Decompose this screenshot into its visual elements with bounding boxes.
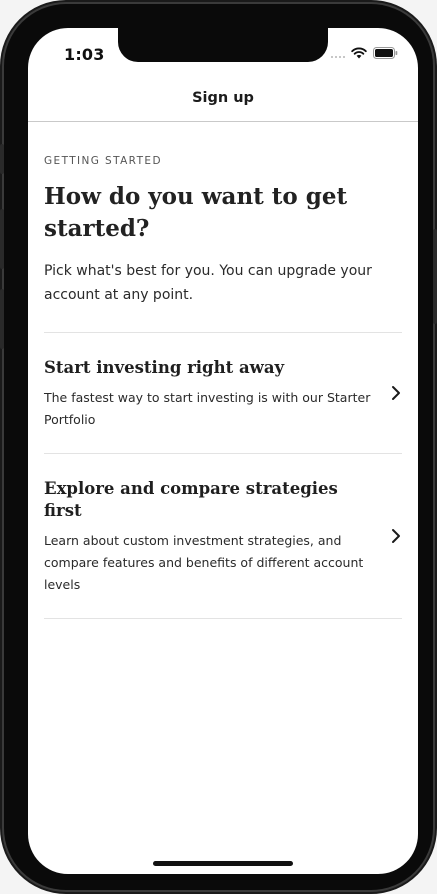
battery-icon	[373, 47, 398, 59]
status-time: 1:03	[64, 45, 105, 64]
volume-down-button	[0, 289, 4, 349]
mute-switch	[0, 144, 4, 174]
page-title: Sign up	[192, 90, 254, 106]
signal-dots-icon	[331, 48, 345, 58]
start-investing-option[interactable]: Start investing right away The fastest w…	[44, 333, 402, 453]
navigation-bar: Sign up	[28, 78, 418, 122]
home-indicator[interactable]	[153, 861, 293, 866]
explore-strategies-option[interactable]: Explore and compare strategies first Lea…	[44, 454, 402, 618]
intro-text: Pick what's best for you. You can upgrad…	[44, 263, 372, 303]
option-title: Start investing right away	[44, 358, 285, 377]
status-icons	[331, 47, 398, 59]
option-description: Learn about custom investment strategies…	[44, 533, 364, 592]
divider	[44, 618, 402, 619]
device-notch	[118, 28, 328, 62]
option-title: Explore and compare strategies first	[44, 479, 338, 520]
option-description: The fastest way to start investing is wi…	[44, 390, 371, 427]
app-screen: 1:03 Sign up GETTING STARTED How do you …	[28, 28, 418, 874]
chevron-right-icon	[392, 529, 400, 543]
power-button	[433, 229, 437, 324]
wifi-icon	[351, 47, 367, 59]
volume-up-button	[0, 209, 4, 269]
section-eyebrow: GETTING STARTED	[44, 155, 162, 167]
main-content: GETTING STARTED How do you want to get s…	[44, 122, 402, 619]
chevron-right-icon	[392, 386, 400, 400]
headline: How do you want to get started?	[44, 183, 348, 242]
device-frame: 1:03 Sign up GETTING STARTED How do you …	[0, 4, 437, 890]
